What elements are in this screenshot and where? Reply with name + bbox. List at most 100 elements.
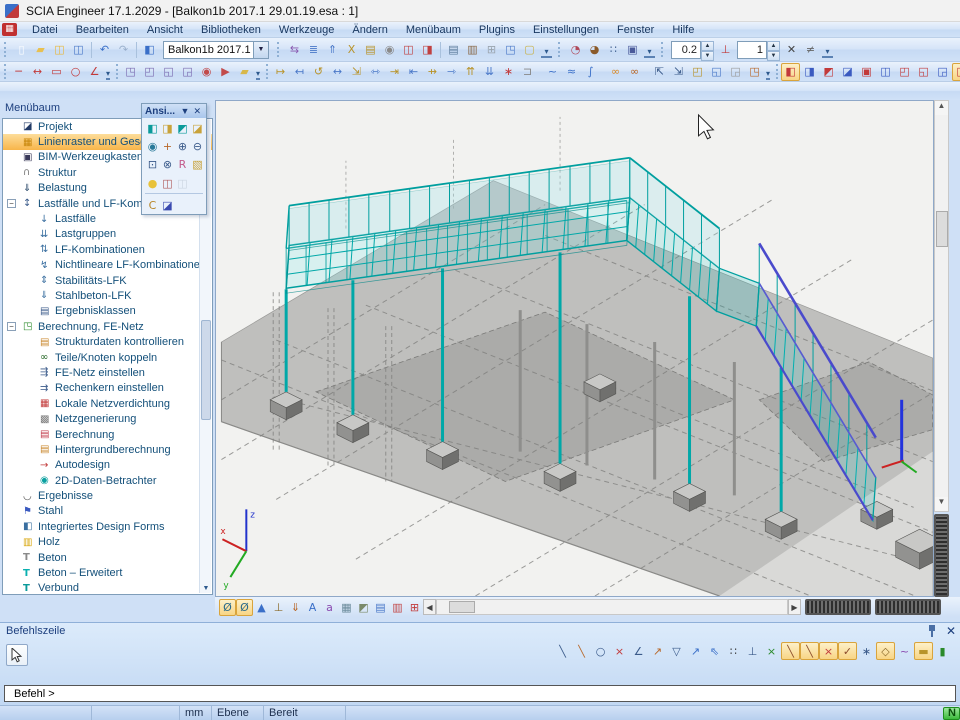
activity-toggle-button[interactable]: C	[145, 198, 160, 212]
window-copy-1-button[interactable]: ◳	[121, 63, 140, 81]
toolbar-grip[interactable]	[4, 42, 9, 57]
clip-box-button[interactable]: ▧	[190, 157, 205, 171]
zoom-out-button[interactable]: ⊖	[190, 139, 205, 153]
scale-ratio-button[interactable]: ≠	[801, 41, 820, 59]
grid-display-button[interactable]: ⊞	[406, 599, 423, 616]
toolbar-grip[interactable]	[277, 42, 282, 57]
open-project-button[interactable]: ▰	[31, 41, 50, 59]
overflow-chevron-icon[interactable]: ▾	[644, 42, 655, 58]
zoom-previous-button[interactable]: R	[175, 157, 190, 171]
snap-plane-button[interactable]: ▽	[667, 642, 686, 660]
tree-item-ergebnisklassen[interactable]: ▤ Ergebnisklassen	[3, 304, 212, 319]
menu-einstellungen[interactable]: Einstellungen	[524, 23, 608, 37]
scroll-up-icon[interactable]: ▲	[935, 101, 948, 115]
toolbar-grip[interactable]	[266, 64, 268, 79]
palette-dropdown-icon[interactable]: ▼	[179, 106, 192, 116]
snap-point-button[interactable]: ╲	[572, 642, 591, 660]
delete-geometry-button[interactable]: ∗	[499, 63, 518, 81]
menu-fenster[interactable]: Fenster	[608, 23, 663, 37]
tree-item-berechnung-fe-netz[interactable]: − ◳ Berechnung, FE-Netz	[3, 319, 212, 334]
tree-item-nichtlineare-lf-kombinationen[interactable]: ↯ Nichtlineare LF-Kombinationen	[3, 258, 212, 273]
tree-scrollbar-thumb[interactable]	[201, 320, 211, 420]
window-split-button[interactable]: ◧	[140, 41, 159, 59]
camera-view-button[interactable]: ◉	[145, 139, 160, 153]
horizontal-scrollbar-thumb[interactable]	[449, 601, 475, 613]
xml-update-button[interactable]: X	[342, 41, 361, 59]
node-scale-button[interactable]: ⇲	[347, 63, 366, 81]
horizontal-rotate-roller-2[interactable]	[875, 599, 941, 615]
toolbar-grip[interactable]	[116, 64, 118, 79]
toolbar-grip[interactable]	[776, 64, 778, 79]
zoom-window-button[interactable]: ⊡	[145, 157, 160, 171]
label-display-button[interactable]: A	[304, 599, 321, 616]
tree-item-ergebnisse[interactable]: ◡ Ergebnisse	[3, 488, 212, 503]
curve-snap-button[interactable]: ~	[895, 642, 914, 660]
tree-item-teile-knoten-koppeln[interactable]: ∞ Teile/Knoten koppeln	[3, 350, 212, 365]
load-display-button[interactable]: ⇓	[287, 599, 304, 616]
image-gallery-button[interactable]: ◫	[175, 176, 190, 190]
node-break-button[interactable]: ⇸	[423, 63, 442, 81]
spline-edit-button[interactable]: ∫	[581, 63, 600, 81]
tree-item-strukturdaten-kontrollieren[interactable]: ▤ Strukturdaten kontrollieren	[3, 334, 212, 349]
solid-snap-button[interactable]: ▮	[933, 642, 952, 660]
move-entity-button[interactable]: ⇱	[650, 63, 669, 81]
node-rotate-button[interactable]: ↺	[309, 63, 328, 81]
copy-entity-button[interactable]: ⇲	[669, 63, 688, 81]
perspective-toggle-button[interactable]: Ø	[219, 599, 236, 616]
tree-item-beton[interactable]: T Beton	[3, 550, 212, 565]
save-all-button[interactable]: ◫	[69, 41, 88, 59]
tree-scroll-down-icon[interactable]: ▼	[201, 585, 211, 592]
tree-item-stahlbeton-lfk[interactable]: ⇓ Stahlbeton-LFK	[3, 288, 212, 303]
combobox-arrow-icon[interactable]: ▼	[253, 42, 268, 58]
intersection-snap-button[interactable]: ×	[819, 642, 838, 660]
fly-mode-button[interactable]: ▶	[216, 63, 235, 81]
draw-dimension-button[interactable]: ↔	[28, 63, 47, 81]
load-symbol-button[interactable]: ⊥	[716, 41, 735, 59]
dimension-display-button[interactable]: a	[321, 599, 338, 616]
support-line-button[interactable]: ▣	[857, 63, 876, 81]
zoom-in-button[interactable]: ⊕	[175, 139, 190, 153]
zoom-all-button[interactable]: ⊗	[160, 157, 175, 171]
project-links-button[interactable]: ⇆	[285, 41, 304, 59]
draw-angle-button[interactable]: ∠	[85, 63, 104, 81]
node-mirror-button[interactable]: ↔	[328, 63, 347, 81]
menu-hilfe[interactable]: Hilfe	[663, 23, 703, 37]
rendering-toggle-button[interactable]: Ø	[236, 599, 253, 616]
status-badge[interactable]: N	[943, 707, 960, 720]
node-copy-button[interactable]: ↤	[290, 63, 309, 81]
node-stretch-button[interactable]: ⇿	[366, 63, 385, 81]
overflow-chevron-icon[interactable]: ▾	[766, 64, 770, 80]
view-side-button[interactable]: ◨	[160, 121, 175, 135]
curve-edit-button[interactable]: ≈	[562, 63, 581, 81]
support-display-button[interactable]: ⊥	[270, 599, 287, 616]
clipboard-paste-button[interactable]: ▤	[361, 41, 380, 59]
overflow-chevron-icon[interactable]: ▾	[256, 64, 260, 80]
print-button[interactable]: ▤	[444, 41, 463, 59]
node-move-button[interactable]: ↦	[271, 63, 290, 81]
overflow-chevron-icon[interactable]: ▾	[541, 42, 552, 58]
zoom-document-button[interactable]: ◕	[585, 41, 604, 59]
tree-item-verbund[interactable]: T Verbund	[3, 581, 212, 595]
tree-item-integriertes-design-forms[interactable]: ◧ Integriertes Design Forms	[3, 519, 212, 534]
draw-line-button[interactable]: ─	[9, 63, 28, 81]
scroll-left-icon[interactable]: ◀	[423, 599, 436, 615]
window-copy-2-button[interactable]: ◰	[140, 63, 159, 81]
window-copy-3-button[interactable]: ◱	[159, 63, 178, 81]
skew-grid-button[interactable]: ×	[762, 642, 781, 660]
property-search-button[interactable]: ◳	[745, 63, 764, 81]
document-insert-button[interactable]: ◳	[501, 41, 520, 59]
overflow-chevron-icon[interactable]: ▾	[106, 64, 110, 80]
view-front-button[interactable]: ◧	[145, 121, 160, 135]
spinner-up-icon[interactable]: ▲	[701, 41, 714, 51]
view-top-button[interactable]: ◩	[175, 121, 190, 135]
spinner-down-icon[interactable]: ▼	[701, 51, 714, 61]
modify-geometry-button[interactable]: ⊐	[518, 63, 537, 81]
edge-snap-button[interactable]: ◇	[876, 642, 895, 660]
property-brush-button[interactable]: ◲	[726, 63, 745, 81]
toolbar-grip[interactable]	[4, 64, 6, 79]
tree-item-hintergrundberechnung[interactable]: ▤ Hintergrundberechnung	[3, 442, 212, 457]
toolbar-grip[interactable]	[558, 42, 563, 57]
surface-snap-button[interactable]: ▬	[914, 642, 933, 660]
calculator-button[interactable]: ⊞	[482, 41, 501, 59]
view-palette-titlebar[interactable]: Ansi... ▼ ✕	[142, 104, 206, 118]
